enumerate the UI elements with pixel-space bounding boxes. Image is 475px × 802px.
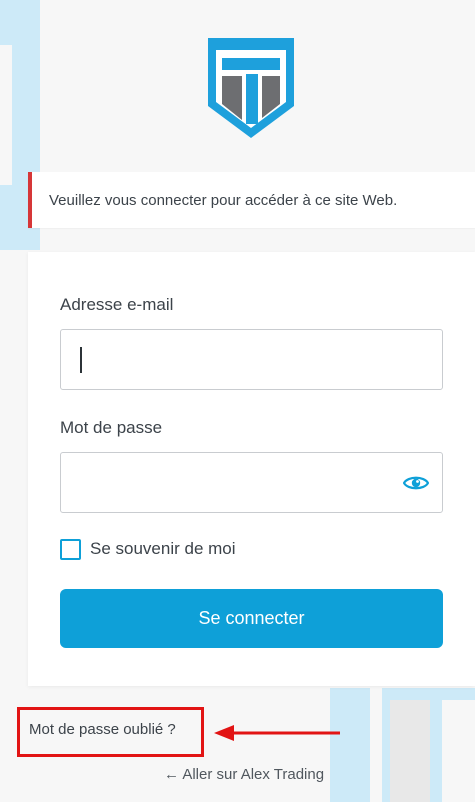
arrow-left-icon	[214, 725, 340, 741]
email-label: Adresse e-mail	[60, 295, 174, 314]
password-label: Mot de passe	[60, 418, 163, 437]
checkbox-box[interactable]	[60, 538, 81, 560]
remember-me-label: Se souvenir de moi	[90, 539, 236, 558]
login-form: Adresse e-mail Mot de passe Se souvenir …	[28, 252, 475, 686]
login-submit-label: Se connecter	[198, 608, 305, 628]
password-field[interactable]	[60, 452, 443, 513]
back-to-site-link[interactable]: ← Aller sur Alex Trading	[164, 766, 324, 783]
login-submit-button[interactable]: Se connecter	[60, 589, 443, 648]
lost-password-link[interactable]: Mot de passe oublié ?	[29, 721, 176, 738]
remember-me-checkbox[interactable]: Se souvenir de moi	[60, 538, 236, 560]
background-shape-left-inner	[0, 45, 12, 185]
text-caret	[80, 347, 82, 373]
background-shape-bottom-right	[330, 680, 475, 802]
login-notice: Veuillez vous connecter pour accéder à c…	[28, 172, 475, 228]
email-field[interactable]	[60, 329, 443, 390]
site-logo-icon[interactable]	[206, 36, 296, 140]
notice-message: Veuillez vous connecter pour accéder à c…	[49, 191, 398, 209]
eye-icon[interactable]	[402, 470, 430, 496]
